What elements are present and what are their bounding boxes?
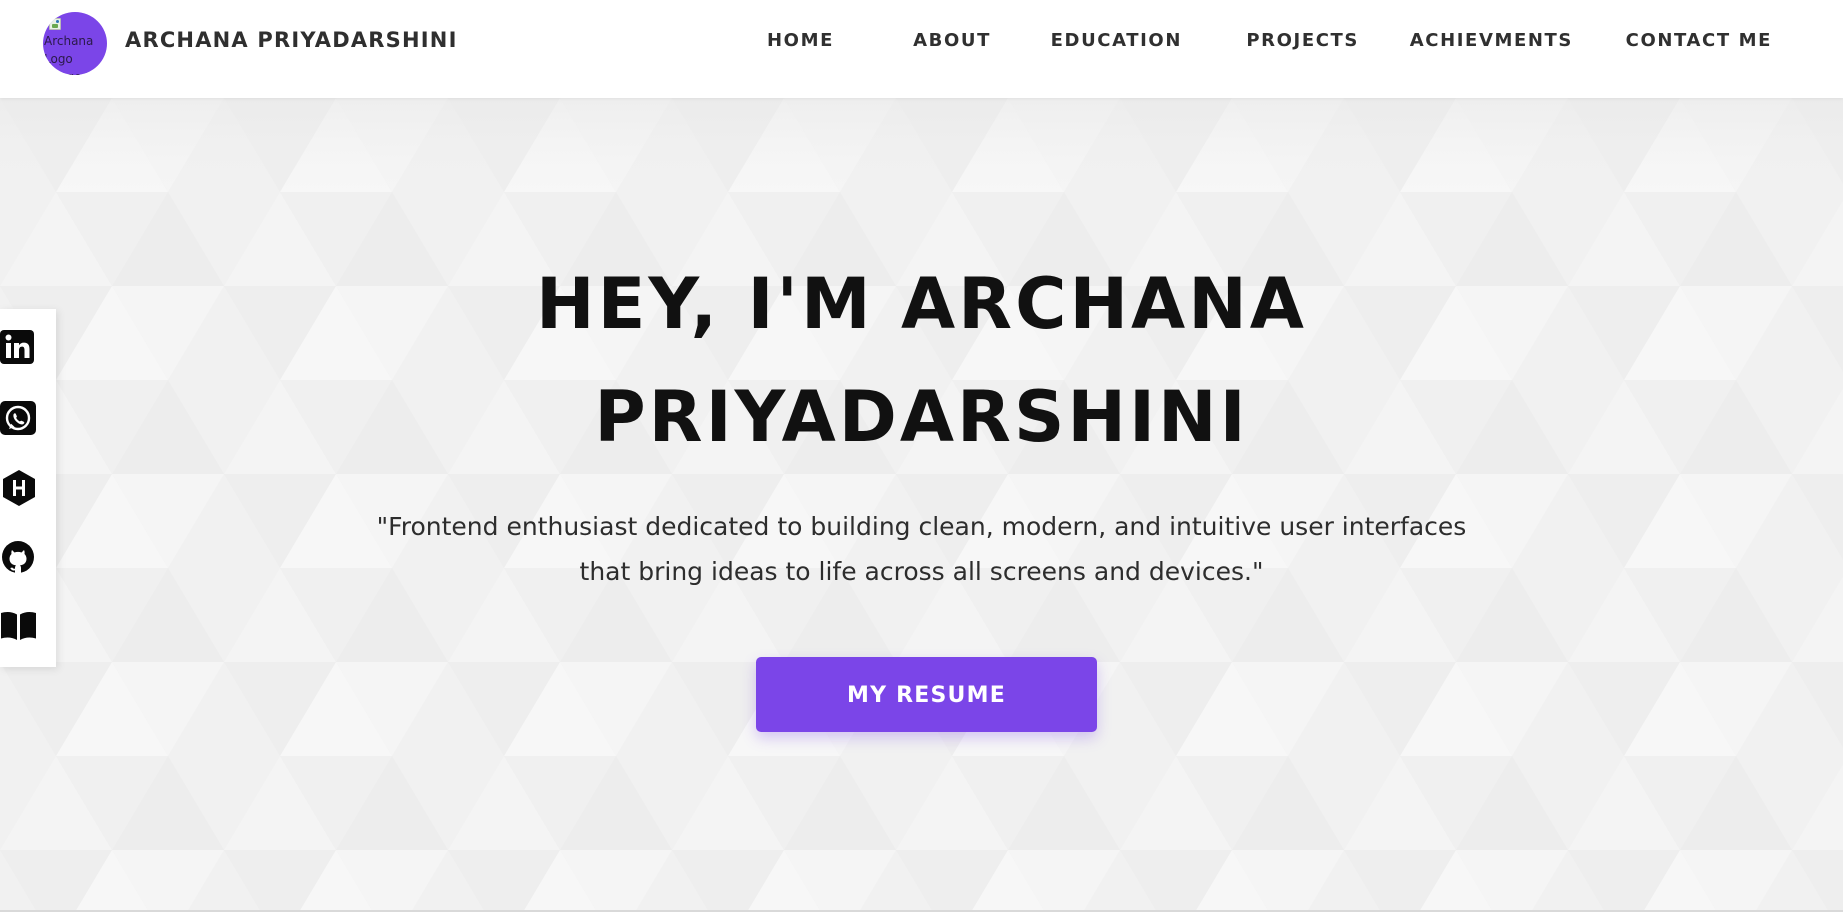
hero-title-line-2: PRIYADARSHINI bbox=[594, 376, 1249, 458]
book-icon bbox=[0, 605, 38, 643]
hero-tagline-line-2: that bring ideas to life across all scre… bbox=[579, 557, 1264, 586]
triangle-background-pattern bbox=[0, 98, 1843, 912]
my-resume-button[interactable]: MY RESUME bbox=[756, 657, 1097, 732]
nav-projects[interactable]: PROJECTS bbox=[1246, 30, 1359, 51]
nav-contact-me[interactable]: CONTACT ME bbox=[1626, 30, 1772, 51]
nav-about[interactable]: ABOUT bbox=[913, 30, 991, 51]
hashnode-icon bbox=[0, 469, 38, 507]
whatsapp-link[interactable] bbox=[0, 399, 38, 437]
hero-title-line-1: HEY, I'M ARCHANA bbox=[536, 263, 1307, 345]
nav-education[interactable]: EDUCATION bbox=[1051, 30, 1182, 51]
brand-name[interactable]: ARCHANA PRIYADARSHINI bbox=[125, 28, 458, 52]
broken-image-icon bbox=[49, 18, 61, 30]
logo-alt-text: Archana Logo Image bbox=[44, 34, 94, 75]
github-link[interactable] bbox=[0, 538, 38, 576]
nav-achievments[interactable]: ACHIEVMENTS bbox=[1410, 30, 1573, 51]
linkedin-link[interactable] bbox=[0, 328, 38, 366]
blog-link[interactable] bbox=[0, 605, 38, 643]
site-header: Archana Logo Image ARCHANA PRIYADARSHINI… bbox=[0, 0, 1843, 98]
github-icon bbox=[0, 538, 38, 576]
social-sidebar bbox=[0, 309, 56, 667]
whatsapp-icon bbox=[0, 399, 38, 437]
nav-home[interactable]: HOME bbox=[767, 30, 834, 51]
linkedin-icon bbox=[0, 328, 38, 366]
hero-section: HEY, I'M ARCHANA PRIYADARSHINI "Frontend… bbox=[0, 98, 1843, 912]
hero-tagline-line-1: "Frontend enthusiast dedicated to buildi… bbox=[376, 512, 1467, 541]
hashnode-link[interactable] bbox=[0, 469, 38, 507]
logo-image[interactable]: Archana Logo Image bbox=[43, 12, 107, 75]
